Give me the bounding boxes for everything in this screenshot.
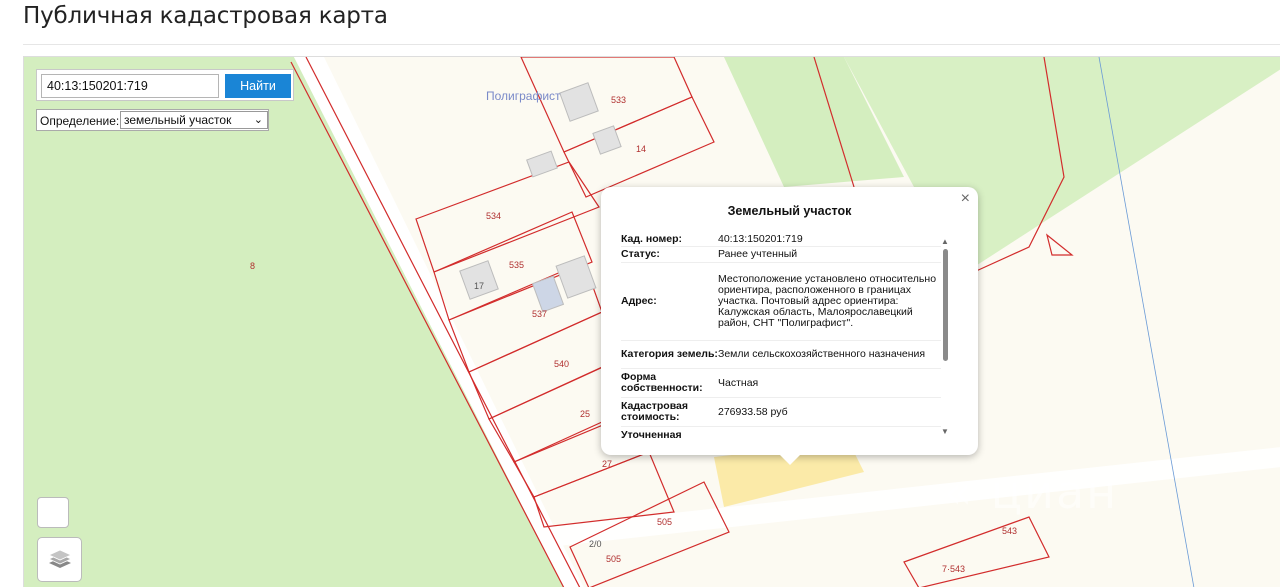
scroll-thumb[interactable]	[943, 249, 948, 361]
search-button[interactable]: Найти	[225, 74, 291, 98]
detail-key: Кад. номер:	[621, 233, 683, 245]
popup-details[interactable]: Кад. номер: 40:13:150201:719 Статус: Ран…	[621, 233, 941, 439]
parcel-label-535: 535	[509, 260, 524, 270]
definition-label: Определение:	[40, 114, 120, 128]
detail-row-category: Категория земель: Земли сельскохозяйстве…	[621, 341, 941, 369]
detail-key: Категория земель:	[621, 348, 718, 360]
definition-panel: Определение: земельный участок ⌄	[36, 109, 269, 131]
title-divider	[23, 44, 1280, 45]
parcel-label-505a: 505	[657, 517, 672, 527]
cadastral-map[interactable]: Полиграфист 8 533 14 534 535 17 537 540 …	[23, 56, 1280, 587]
parcel-label-540: 540	[554, 359, 569, 369]
parcel-boundary	[1045, 233, 1074, 256]
watermark: « циан	[944, 465, 1119, 519]
detail-key: Уточненная	[621, 428, 682, 439]
popup-title: Земельный участок	[727, 204, 852, 218]
detail-row-refined: Уточненная	[621, 427, 941, 439]
place-label: Полиграфист	[486, 89, 561, 103]
scroll-up-icon[interactable]: ▲	[941, 237, 949, 246]
parcel-label-8: 8	[250, 261, 255, 271]
parcel-label-505b: 505	[606, 554, 621, 564]
detail-value: Земли сельскохозяйственного назначения	[718, 348, 926, 360]
road	[544, 447, 1280, 547]
parcel-label-27: 27	[602, 459, 612, 469]
layers-icon	[48, 549, 72, 568]
popup-pointer	[778, 453, 802, 465]
layers-button[interactable]	[37, 537, 82, 582]
definition-selected: земельный участок	[124, 113, 232, 127]
building	[526, 150, 558, 178]
building	[559, 82, 599, 122]
detail-value: Ранее учтенный	[718, 248, 798, 260]
detail-value: 276933.58 руб	[718, 405, 788, 418]
detail-row-address: Адрес: Местоположение установлено относи…	[621, 263, 941, 341]
detail-key: Форма собственности:	[621, 371, 703, 394]
detail-row-cost: Кадастровая стоимость: 276933.58 руб	[621, 398, 941, 427]
detail-value: Местоположение установлено относительно …	[718, 273, 937, 329]
page-title: Публичная кадастровая карта	[23, 3, 388, 29]
popup-scrollbar[interactable]: ▲ ▼	[941, 237, 951, 439]
detail-row-cadnum: Кад. номер: 40:13:150201:719	[621, 233, 941, 247]
detail-key: Кадастровая стоимость:	[621, 400, 688, 423]
parcel-label-17: 17	[474, 281, 484, 291]
search-panel: Найти	[36, 69, 294, 101]
building	[459, 260, 499, 300]
parcel-label-533: 533	[611, 95, 626, 105]
scroll-down-icon[interactable]: ▼	[941, 427, 949, 436]
parcel-label-537: 537	[532, 309, 547, 319]
detail-value: Частная	[718, 376, 759, 389]
map-tool-button[interactable]	[37, 497, 69, 528]
building	[592, 125, 622, 155]
search-input[interactable]	[41, 74, 219, 98]
chevron-down-icon: ⌄	[253, 114, 263, 126]
parcel-boundary	[903, 516, 1050, 587]
parcel-info-popup: × Земельный участок Кад. номер: 40:13:15…	[601, 187, 978, 465]
detail-value	[718, 427, 941, 439]
building	[531, 275, 565, 313]
parcel-label-7-543: 7·543	[942, 564, 965, 574]
parcel-label-543: 543	[1002, 526, 1017, 536]
parcel-label-534: 534	[486, 211, 501, 221]
parcel-label-25: 25	[580, 409, 590, 419]
detail-row-status: Статус: Ранее учтенный	[621, 247, 941, 263]
detail-row-ownership: Форма собственности: Частная	[621, 369, 941, 398]
forest-area	[24, 57, 564, 587]
detail-key: Адрес:	[621, 295, 657, 307]
detail-value: 40:13:150201:719	[718, 233, 803, 245]
parcel-label-14: 14	[636, 144, 646, 154]
definition-select[interactable]: земельный участок ⌄	[120, 111, 268, 129]
detail-key: Статус:	[621, 248, 660, 260]
parcel-label-2-0: 2/0	[589, 539, 602, 549]
parcel-boundary	[415, 161, 600, 273]
